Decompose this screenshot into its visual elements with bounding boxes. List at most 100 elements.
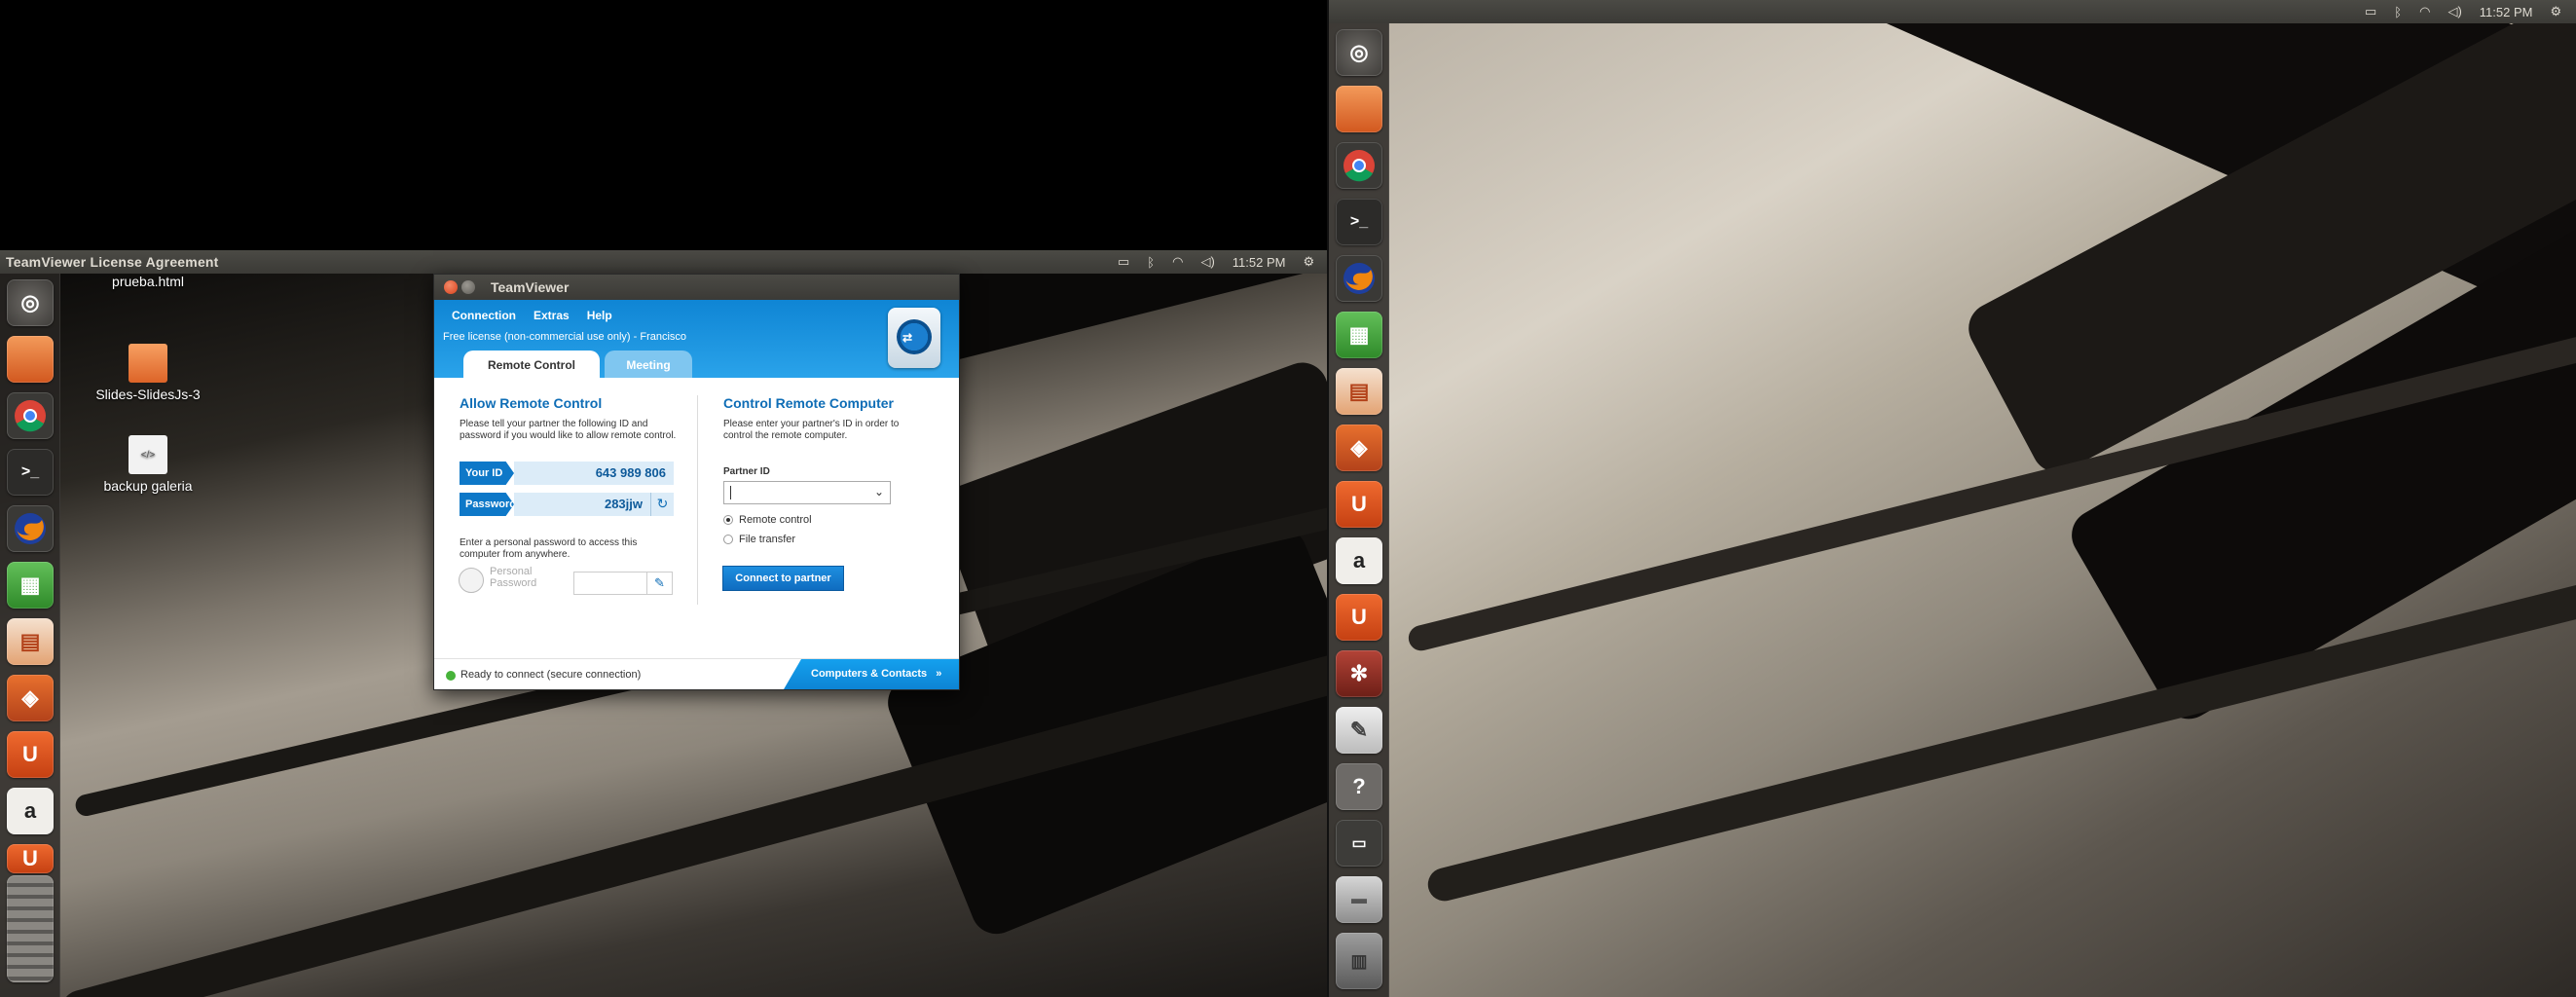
launcher-right: ◎ >_ ▦ ▤ ◈ U a U ✻ ✎ ? ▭ ▬ ▥ bbox=[1329, 23, 1389, 997]
your-id-value[interactable]: 643 989 806 bbox=[514, 462, 674, 485]
status-bar: Ready to connect (secure connection) Com… bbox=[434, 658, 959, 689]
teamviewer-header: Connection Extras Help Free license (non… bbox=[434, 300, 959, 378]
gear-icon[interactable]: ⚙ bbox=[1303, 254, 1314, 270]
partner-id-input[interactable]: ⌄ bbox=[723, 481, 891, 504]
clock[interactable]: 11:52 PM bbox=[2480, 5, 2533, 19]
menu-extras[interactable]: Extras bbox=[534, 309, 570, 322]
personal-password-description: Enter a personal password to access this… bbox=[460, 537, 638, 560]
volume-icon[interactable]: ◁) bbox=[1200, 254, 1214, 270]
text-caret bbox=[730, 486, 731, 499]
firefox-icon[interactable] bbox=[7, 505, 54, 552]
tab-remote-control[interactable]: Remote Control bbox=[463, 351, 600, 378]
remote-control-panel: Allow Remote Control Please tell your pa… bbox=[434, 378, 959, 660]
wifi-icon[interactable]: ◠ bbox=[2419, 4, 2430, 19]
close-button[interactable] bbox=[444, 280, 458, 294]
files-icon[interactable] bbox=[1336, 86, 1382, 132]
your-id-row: Your ID 643 989 806 bbox=[460, 462, 674, 485]
trash-icon[interactable]: ▥ bbox=[1336, 933, 1382, 989]
file-label: prueba.html bbox=[112, 274, 184, 289]
personal-password-input[interactable] bbox=[573, 572, 647, 595]
password-label: Password bbox=[460, 493, 514, 516]
amazon-icon[interactable]: a bbox=[7, 788, 54, 834]
wifi-icon[interactable]: ◠ bbox=[1172, 254, 1183, 270]
dash-home-icon[interactable]: ◎ bbox=[1336, 29, 1382, 76]
terminal-icon[interactable]: >_ bbox=[1336, 199, 1382, 245]
presentation-icon[interactable]: ▤ bbox=[7, 618, 54, 665]
text-editor-icon[interactable]: ✎ bbox=[1336, 707, 1382, 754]
help-icon[interactable]: ? bbox=[1336, 763, 1382, 810]
status-text: Ready to connect (secure connection) bbox=[460, 669, 642, 681]
connect-to-partner-button[interactable]: Connect to partner bbox=[722, 566, 844, 591]
desktop-file[interactable]: </> backup galeria bbox=[90, 435, 206, 494]
status-indicator-icon bbox=[446, 671, 456, 681]
radio-file-label: File transfer bbox=[739, 534, 796, 545]
launcher-left: ◎ >_ ▦ ▤ ◈ U a U bbox=[0, 274, 60, 997]
dialog-window-icon[interactable]: ▭ bbox=[1336, 820, 1382, 867]
ubuntu-one-icon[interactable]: U bbox=[1336, 481, 1382, 528]
control-remote-title: Control Remote Computer bbox=[723, 395, 894, 411]
radio-file-transfer[interactable]: File transfer bbox=[723, 534, 795, 545]
control-description: Please enter your partner's ID in order … bbox=[723, 419, 900, 441]
dash-home-icon[interactable]: ◎ bbox=[7, 279, 54, 326]
chromium-icon[interactable] bbox=[1336, 142, 1382, 189]
files-icon[interactable] bbox=[7, 336, 54, 383]
ubuntu-one-music-icon[interactable]: U bbox=[7, 844, 54, 873]
file-label: Slides-SlidesJs-3 bbox=[95, 387, 201, 402]
battery-icon[interactable]: ▭ bbox=[2365, 4, 2376, 19]
battery-icon[interactable]: ▭ bbox=[1118, 254, 1129, 270]
top-panel-left: TeamViewer License Agreement ▭ ᛒ ◠ ◁) 11… bbox=[0, 250, 1329, 274]
menu-connection[interactable]: Connection bbox=[452, 309, 516, 322]
chevron-down-icon[interactable]: ⌄ bbox=[874, 485, 884, 498]
column-divider bbox=[697, 395, 698, 605]
lock-icon bbox=[459, 568, 484, 593]
radio-remote-control[interactable]: Remote control bbox=[723, 514, 812, 526]
refresh-password-icon[interactable]: ↻ bbox=[650, 493, 674, 516]
bluetooth-icon[interactable]: ᛒ bbox=[2394, 5, 2402, 19]
spreadsheet-icon[interactable]: ▦ bbox=[7, 562, 54, 609]
panel-indicators-right: ▭ ᛒ ◠ ◁) 11:52 PM ⚙ bbox=[2365, 0, 2561, 23]
edit-password-icon[interactable]: ✎ bbox=[647, 572, 673, 595]
personal-password-label: Personal Password bbox=[490, 566, 537, 589]
active-window-title: TeamViewer License Agreement bbox=[6, 254, 219, 270]
firefox-icon[interactable] bbox=[1336, 255, 1382, 302]
desktop-wallpaper-right bbox=[1329, 23, 2576, 997]
tab-meeting[interactable]: Meeting bbox=[605, 351, 692, 378]
tab-bar: Remote Control Meeting bbox=[434, 351, 959, 378]
menu-bar: Connection Extras Help bbox=[452, 309, 612, 322]
bluetooth-icon[interactable]: ᛒ bbox=[1147, 255, 1155, 270]
desktop-file[interactable]: prueba.html bbox=[90, 274, 206, 289]
file-label: backup galeria bbox=[103, 478, 193, 494]
volume-icon[interactable]: ◁) bbox=[2447, 4, 2461, 19]
presentation-icon[interactable]: ▤ bbox=[1336, 368, 1382, 415]
partner-id-label: Partner ID bbox=[723, 466, 770, 477]
system-settings-icon[interactable]: ✻ bbox=[1336, 650, 1382, 697]
window-title: TeamViewer bbox=[491, 279, 570, 295]
allow-description: Please tell your partner the following I… bbox=[460, 419, 677, 441]
folder-icon bbox=[129, 344, 167, 383]
chromium-icon[interactable] bbox=[7, 392, 54, 439]
drive-icon[interactable]: ▬ bbox=[1336, 876, 1382, 923]
computers-contacts-button[interactable]: Computers & Contacts » bbox=[784, 659, 959, 689]
window-titlebar[interactable]: TeamViewer bbox=[434, 275, 959, 300]
desktop-folder[interactable]: Slides-SlidesJs-3 bbox=[90, 344, 206, 402]
terminal-icon[interactable]: >_ bbox=[7, 449, 54, 496]
menu-help[interactable]: Help bbox=[587, 309, 612, 322]
gear-icon[interactable]: ⚙ bbox=[2550, 4, 2561, 19]
radio-unselected-icon[interactable] bbox=[723, 535, 733, 544]
license-text: Free license (non-commercial use only) -… bbox=[443, 331, 687, 343]
software-center-icon[interactable]: ◈ bbox=[1336, 425, 1382, 471]
spreadsheet-icon[interactable]: ▦ bbox=[1336, 312, 1382, 358]
amazon-icon[interactable]: a bbox=[1336, 537, 1382, 584]
double-chevron-right-icon: » bbox=[936, 668, 942, 680]
software-center-icon[interactable]: ◈ bbox=[7, 675, 54, 721]
radio-remote-label: Remote control bbox=[739, 514, 812, 526]
minimize-button[interactable] bbox=[461, 280, 475, 294]
computers-contacts-label: Computers & Contacts bbox=[811, 668, 928, 680]
launcher-stack-icon[interactable] bbox=[7, 875, 54, 982]
inactive-screen-area bbox=[0, 0, 1329, 250]
radio-selected-icon[interactable] bbox=[723, 515, 733, 525]
ubuntu-one-icon[interactable]: U bbox=[7, 731, 54, 778]
ubuntu-one-music-icon[interactable]: U bbox=[1336, 594, 1382, 641]
clock[interactable]: 11:52 PM bbox=[1233, 255, 1286, 270]
password-value[interactable]: 283jjw bbox=[514, 493, 650, 516]
